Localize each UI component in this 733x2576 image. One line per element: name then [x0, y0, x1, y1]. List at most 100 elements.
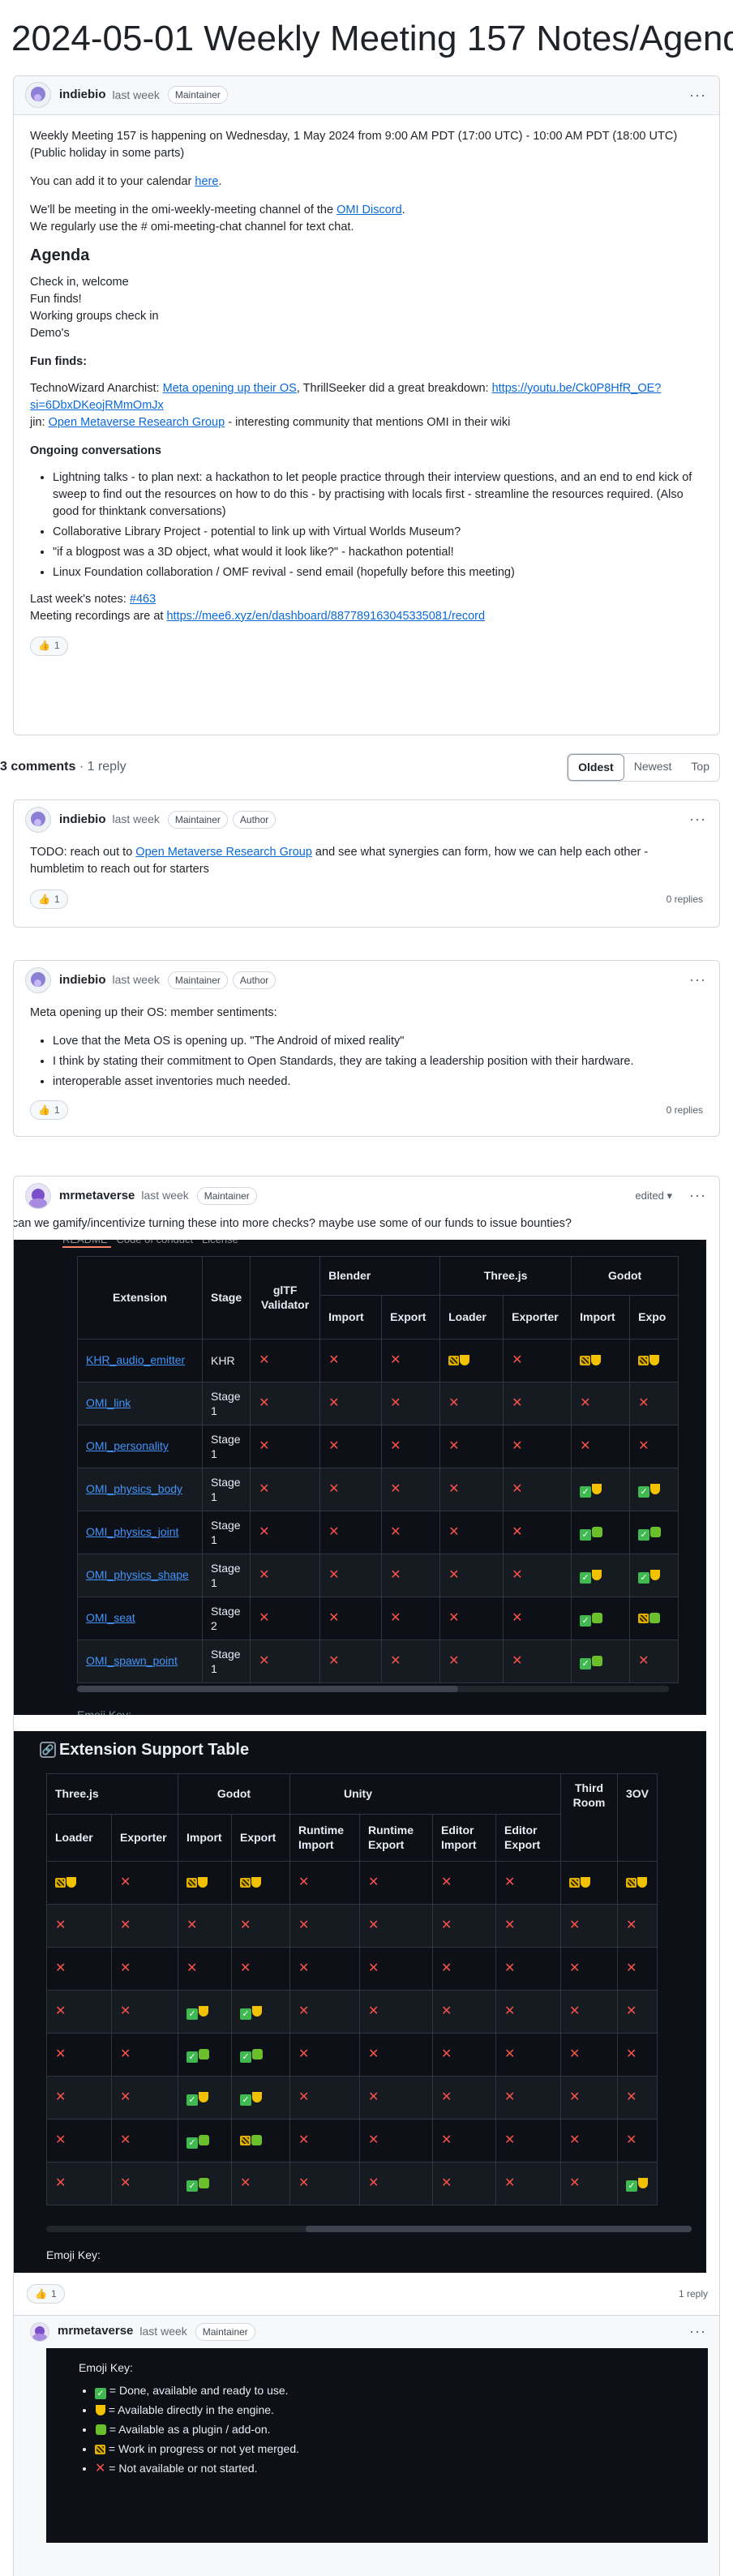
- avatar[interactable]: [30, 2321, 49, 2342]
- omrg-link[interactable]: Open Metaverse Research Group: [49, 416, 225, 429]
- puzzle-icon: [252, 2049, 263, 2060]
- sort-oldest-button[interactable]: Oldest: [568, 753, 624, 781]
- puzzle-icon: [592, 1656, 603, 1667]
- more-options-icon[interactable]: ···: [689, 2321, 706, 2342]
- check-icon: ✓: [638, 1572, 650, 1584]
- scrollbar-thumb[interactable]: [306, 2225, 692, 2232]
- scrollbar-thumb[interactable]: [77, 1685, 458, 1692]
- table-cell: ✕: [439, 1510, 504, 1554]
- author-name[interactable]: indiebio: [59, 811, 106, 829]
- table-cell: ✓: [571, 1553, 631, 1597]
- extension-link[interactable]: OMI_personality: [86, 1439, 169, 1452]
- reaction-button[interactable]: 👍 1: [30, 889, 68, 909]
- table-cell: ✕: [381, 1596, 441, 1640]
- extension-link[interactable]: OMI_physics_body: [86, 1482, 182, 1495]
- extension-link[interactable]: OMI_spawn_point: [86, 1654, 178, 1667]
- maintainer-badge: Maintainer: [196, 1186, 257, 1205]
- cross-icon: ✕: [328, 1610, 340, 1625]
- link-icon[interactable]: 🔗: [40, 1741, 56, 1758]
- cross-icon: ✕: [368, 2004, 379, 2018]
- check-icon: ✓: [580, 1615, 592, 1627]
- chat-line: We regularly use the # omi-meeting-chat …: [30, 220, 354, 234]
- table-cell: [231, 1860, 290, 1905]
- status-icons: ✓: [580, 1525, 603, 1541]
- author-name[interactable]: mrmetaverse: [59, 1187, 135, 1206]
- reaction-button[interactable]: 👍 1: [30, 636, 68, 656]
- check-icon: ✓: [626, 2180, 637, 2192]
- cross-icon: ✕: [368, 2090, 379, 2104]
- omrg-link[interactable]: Open Metaverse Research Group: [135, 846, 312, 859]
- cross-icon: ✕: [390, 1352, 401, 1367]
- recordings-link[interactable]: https://mee6.xyz/en/dashboard/8877891630…: [166, 610, 485, 623]
- cross-icon: ✕: [368, 1961, 379, 1975]
- table-cell: ✕: [381, 1424, 441, 1468]
- more-options-icon[interactable]: ···: [689, 1185, 706, 1207]
- meta-os-link[interactable]: Meta opening up their OS: [163, 382, 297, 395]
- table-cell: ✕: [319, 1596, 383, 1640]
- table-cell: OMI_personality: [77, 1424, 203, 1468]
- cross-icon: ✕: [512, 1438, 523, 1453]
- extension-link[interactable]: OMI_physics_shape: [86, 1568, 189, 1581]
- col-godot-export: Export: [231, 1813, 290, 1862]
- cross-icon: ✕: [240, 1918, 251, 1932]
- timestamp[interactable]: last week: [113, 971, 160, 988]
- table-cell: ✓: [231, 1989, 290, 2034]
- table-cell: ✕: [439, 1639, 504, 1683]
- timestamp[interactable]: last week: [139, 2323, 186, 2340]
- extension-link[interactable]: OMI_link: [86, 1396, 131, 1409]
- table-cell: ✕: [178, 1946, 232, 1991]
- cross-icon: ✕: [448, 1395, 460, 1410]
- recordings-text: Meeting recordings are at: [30, 609, 167, 623]
- col-godot-import: Import: [178, 1813, 232, 1862]
- author-name[interactable]: indiebio: [59, 971, 106, 990]
- extension-link[interactable]: OMI_physics_joint: [86, 1525, 178, 1538]
- sort-top-button[interactable]: Top: [681, 754, 719, 781]
- cross-icon: ✕: [504, 2175, 516, 2190]
- avatar[interactable]: [25, 806, 51, 833]
- timestamp[interactable]: last week: [113, 87, 160, 104]
- table-row: KHR_audio_emitter KHR ✕ ✕ ✕ ✕: [77, 1338, 679, 1382]
- timestamp[interactable]: last week: [141, 1187, 188, 1204]
- col-blender-import: Import: [319, 1294, 383, 1339]
- trophy-icon: [592, 1570, 602, 1581]
- avatar[interactable]: [25, 82, 51, 109]
- last-notes-link[interactable]: #463: [130, 593, 156, 606]
- avatar[interactable]: [25, 967, 51, 993]
- agenda-list: Check in, welcome Fun finds! Working gro…: [30, 274, 703, 342]
- table-cell: ✕: [432, 2118, 496, 2162]
- wip-icon: [186, 1878, 197, 1888]
- timestamp[interactable]: last week: [113, 811, 160, 828]
- more-options-icon[interactable]: ···: [689, 808, 706, 830]
- cross-icon: ✕: [441, 2132, 452, 2147]
- author-name[interactable]: indiebio: [59, 86, 106, 105]
- table-cell: ✕: [432, 2075, 496, 2120]
- avatar[interactable]: [25, 1182, 51, 1209]
- reaction-button[interactable]: 👍 1: [30, 1099, 68, 1120]
- table-cell: ✕: [111, 1860, 178, 1905]
- table-cell: ✓: [178, 2118, 232, 2162]
- more-options-icon[interactable]: ···: [689, 969, 706, 991]
- table-cell: ✓: [629, 1467, 679, 1511]
- table-cell: ✕: [629, 1639, 679, 1683]
- extension-link[interactable]: OMI_seat: [86, 1611, 135, 1624]
- cross-icon: ✕: [240, 1961, 251, 1975]
- col-threejs: Three.js: [439, 1255, 572, 1296]
- table-cell: ✕: [629, 1424, 679, 1468]
- table-row: OMI_physics_shape Stage 1 ✕ ✕ ✕ ✕ ✕ ✓ ✓: [77, 1553, 679, 1597]
- cross-icon: ✕: [390, 1438, 401, 1453]
- edited-menu[interactable]: edited ▾: [635, 1188, 672, 1204]
- sort-newest-button[interactable]: Newest: [624, 754, 682, 781]
- extension-link[interactable]: KHR_audio_emitter: [86, 1353, 185, 1366]
- cross-icon: ✕: [504, 2132, 516, 2147]
- discord-link[interactable]: OMI Discord: [336, 204, 402, 216]
- more-options-icon[interactable]: ···: [689, 84, 706, 106]
- check-icon: ✓: [580, 1658, 592, 1670]
- check-icon: ✓: [186, 2008, 198, 2021]
- table-cell: ✕: [359, 2032, 433, 2077]
- cross-icon: ✕: [120, 2090, 131, 2104]
- trophy-icon: [252, 2092, 262, 2103]
- author-name[interactable]: mrmetaverse: [58, 2322, 133, 2341]
- table-cell: OMI_physics_shape: [77, 1553, 203, 1597]
- calendar-link[interactable]: here: [195, 175, 218, 188]
- reaction-button[interactable]: 👍 1: [27, 2283, 65, 2304]
